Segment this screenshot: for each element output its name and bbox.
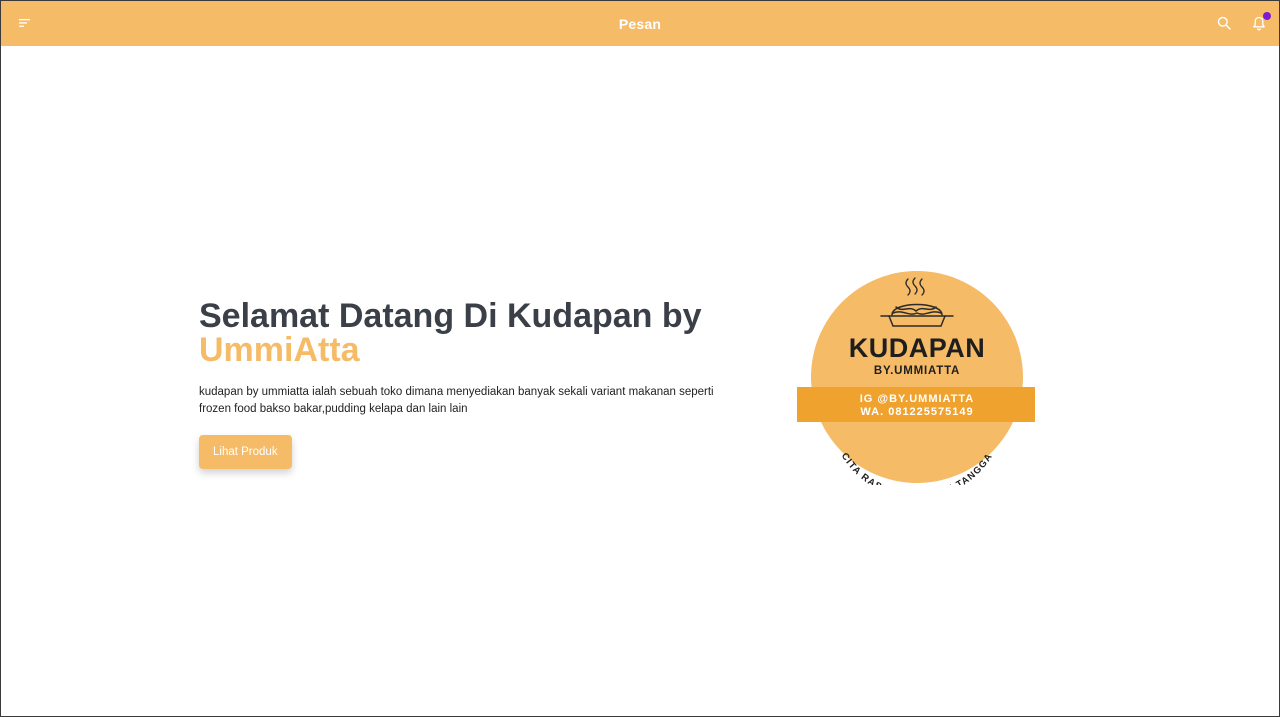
- hero-section: Selamat Datang Di Kudapan by UmmiAtta ku…: [199, 299, 719, 469]
- logo-name: KUDAPAN: [849, 333, 986, 363]
- notification-badge: [1263, 12, 1271, 20]
- logo-sub: BY.UMMIATTA: [874, 365, 960, 377]
- top-app-bar: Pesan: [1, 1, 1279, 46]
- kudapan-logo: KUDAPAN BY.UMMIATTA IG @BY.UMMIATTA WA. …: [795, 269, 1039, 501]
- hero-brand-name: UmmiAtta: [199, 331, 360, 369]
- view-products-button[interactable]: Lihat Produk: [199, 435, 292, 469]
- logo-instagram: IG @BY.UMMIATTA: [860, 393, 975, 405]
- page-title: Pesan: [618, 15, 662, 32]
- menu-icon[interactable]: [17, 15, 33, 31]
- hero-title-text: Selamat Datang Di Kudapan by: [199, 297, 702, 335]
- hero-title: Selamat Datang Di Kudapan by UmmiAtta: [199, 299, 719, 367]
- notification-button[interactable]: [1250, 12, 1271, 32]
- hero-description: kudapan by ummiatta ialah sebuah toko di…: [199, 386, 714, 415]
- logo-whatsapp: WA. 081225575149: [860, 406, 973, 418]
- search-icon[interactable]: [1215, 14, 1233, 32]
